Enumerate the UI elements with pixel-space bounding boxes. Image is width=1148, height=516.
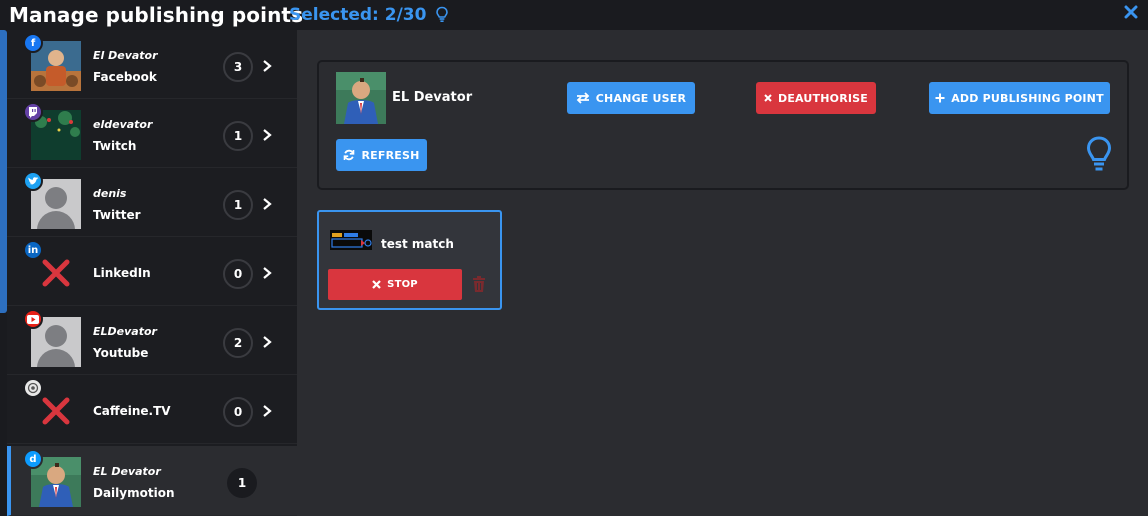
refresh-label: REFRESH xyxy=(361,148,420,162)
facebook-icon: f xyxy=(23,33,43,53)
stop-button[interactable]: STOP xyxy=(328,269,462,300)
refresh-button[interactable]: REFRESH xyxy=(336,139,427,171)
chevron-right-icon xyxy=(263,267,272,279)
sidebar-item-platform: LinkedIn xyxy=(93,266,151,280)
chevron-right-icon xyxy=(263,405,272,417)
sidebar-item-twitter[interactable]: denis Twitter 1 xyxy=(7,168,297,237)
sidebar-item-dailymotion[interactable]: d EL Devator Dailymotion 1 xyxy=(7,446,297,516)
trash-icon[interactable] xyxy=(472,276,486,293)
count-badge: 1 xyxy=(227,468,257,498)
sidebar-item-username: EL Devator xyxy=(93,465,161,478)
lightbulb-icon[interactable] xyxy=(435,6,449,23)
count-badge: 2 xyxy=(223,328,253,358)
page-title: Manage publishing points xyxy=(9,3,304,27)
close-icon xyxy=(372,280,381,289)
sidebar-item-username: El Devator xyxy=(93,49,158,62)
deauthorise-label: DEAUTHORISE xyxy=(777,91,868,105)
sidebar-item-youtube[interactable]: ELDevator Youtube 2 xyxy=(7,306,297,375)
chevron-right-icon xyxy=(263,129,272,141)
sidebar-item-username: ELDevator xyxy=(93,325,157,338)
caffeine-icon xyxy=(23,378,43,398)
add-publishing-point-button[interactable]: ADD PUBLISHING POINT xyxy=(929,82,1110,114)
sidebar-item-linkedin[interactable]: in LinkedIn 0 xyxy=(7,237,297,306)
twitter-icon xyxy=(23,171,43,191)
account-panel: EL Devator CHANGE USER DEAUTHORISE ADD P… xyxy=(317,60,1129,190)
change-user-button[interactable]: CHANGE USER xyxy=(567,82,695,114)
stop-label: STOP xyxy=(387,279,418,290)
sidebar-item-username: denis xyxy=(93,187,127,200)
swap-icon xyxy=(576,92,590,104)
publishing-point-card[interactable]: test match STOP xyxy=(317,210,502,310)
change-user-label: CHANGE USER xyxy=(595,91,687,105)
sidebar-item-platform: Facebook xyxy=(93,70,157,84)
deauthorise-button[interactable]: DEAUTHORISE xyxy=(756,82,876,114)
sidebar-item-platform: Twitter xyxy=(93,208,141,222)
close-icon xyxy=(764,94,772,102)
linkedin-icon: in xyxy=(23,240,43,260)
account-name: EL Devator xyxy=(392,90,473,105)
header-bar: Manage publishing points Selected: 2/30 xyxy=(0,0,1148,30)
lightbulb-icon[interactable] xyxy=(1086,136,1112,174)
refresh-icon xyxy=(344,149,355,161)
sidebar-item-facebook[interactable]: f El Devator Facebook 3 xyxy=(7,30,297,99)
count-badge: 0 xyxy=(223,397,253,427)
plus-icon xyxy=(935,93,945,103)
sidebar-item-platform: Youtube xyxy=(93,346,149,360)
chevron-right-icon xyxy=(263,60,272,72)
sidebar-item-caffeine[interactable]: Caffeine.TV 0 xyxy=(7,375,297,444)
twitch-icon xyxy=(23,102,43,122)
sidebar-item-twitch[interactable]: eldevator Twitch 1 xyxy=(7,99,297,168)
left-rail xyxy=(0,30,7,516)
dailymotion-icon: d xyxy=(23,449,43,469)
chevron-right-icon xyxy=(263,198,272,210)
close-icon[interactable] xyxy=(1124,5,1138,19)
chevron-right-icon xyxy=(263,336,272,348)
count-badge: 0 xyxy=(223,259,253,289)
studio-logo xyxy=(330,230,372,250)
count-badge: 3 xyxy=(223,52,253,82)
count-badge: 1 xyxy=(223,121,253,151)
publishing-points-sidebar: f El Devator Facebook 3 eldevator Twitch… xyxy=(7,30,297,516)
sidebar-item-username: eldevator xyxy=(93,118,153,131)
scrollbar[interactable] xyxy=(0,30,7,313)
youtube-icon xyxy=(23,309,43,329)
sidebar-item-platform: Dailymotion xyxy=(93,486,175,500)
sidebar-item-platform: Caffeine.TV xyxy=(93,404,171,418)
user-avatar xyxy=(336,72,386,124)
sidebar-item-platform: Twitch xyxy=(93,139,137,153)
publishing-point-title: test match xyxy=(381,237,454,251)
count-badge: 1 xyxy=(223,190,253,220)
selected-count: Selected: 2/30 xyxy=(289,5,427,25)
add-publishing-point-label: ADD PUBLISHING POINT xyxy=(951,91,1104,105)
